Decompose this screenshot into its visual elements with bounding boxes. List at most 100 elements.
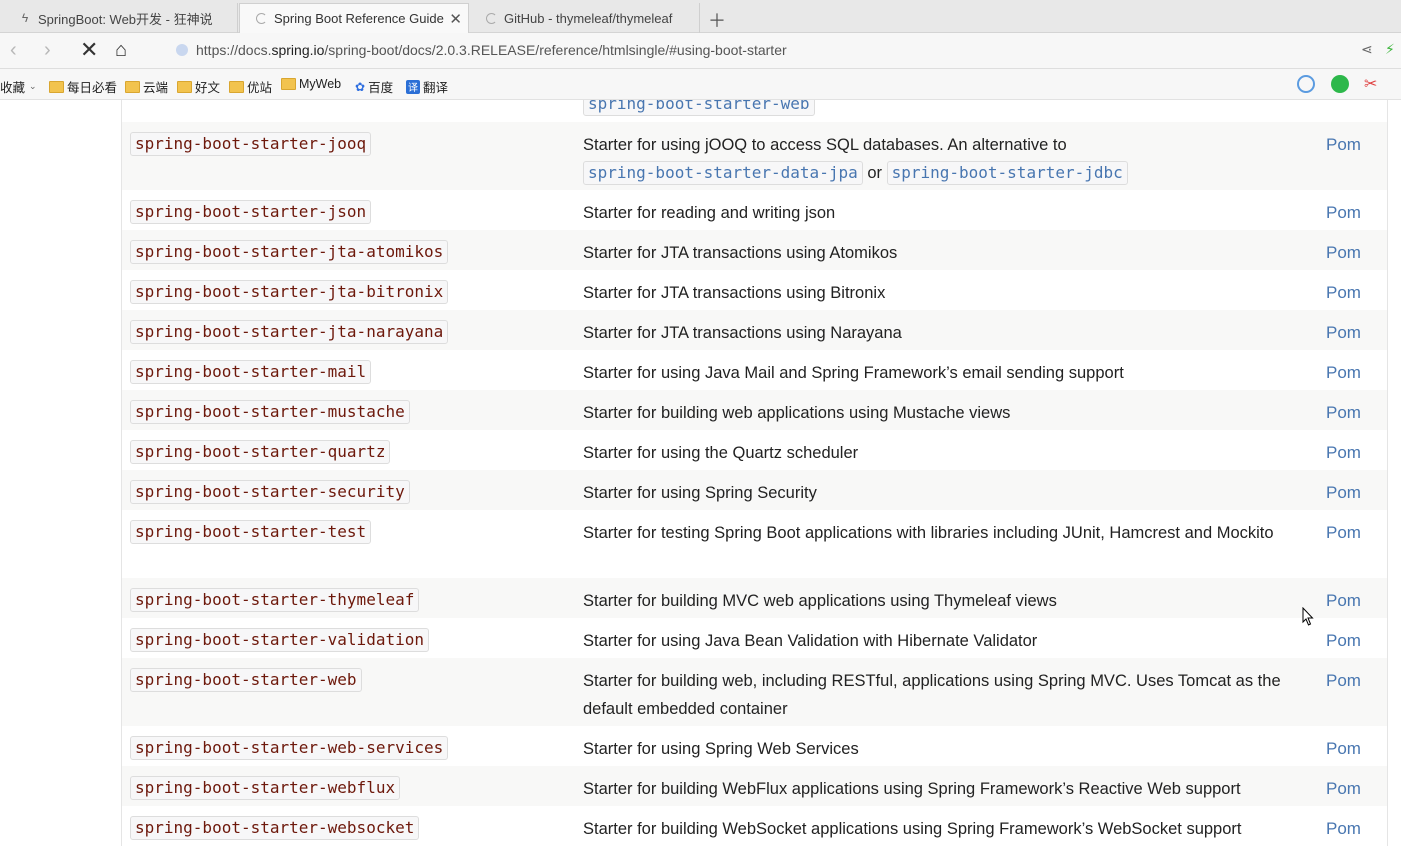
pom-link[interactable]: Pom (1326, 667, 1361, 695)
starter-description: Starter for testing Spring Boot applicat… (583, 524, 1274, 542)
pom-link[interactable]: Pom (1326, 775, 1361, 803)
starter-description: Starter for building MVC web application… (583, 592, 1057, 610)
bookmark-label: 云端 (143, 81, 169, 95)
pom-link[interactable]: Pom (1326, 815, 1361, 843)
starter-description: Starter for JTA transactions using Atomi… (583, 244, 898, 262)
stop-icon[interactable]: ✕ (80, 37, 98, 63)
bookmark-label: 好文 (195, 81, 221, 95)
bookmark-folder[interactable]: 云端 (125, 77, 168, 96)
starter-name: spring-boot-starter-jooq (130, 132, 372, 156)
tab-label: SpringBoot: Web开发 - 狂神说 (38, 11, 213, 27)
bookmark-folder[interactable]: 优站 (229, 77, 272, 96)
baidu-paw-icon: ✿ (355, 79, 366, 94)
folder-icon (49, 80, 64, 93)
lightning-icon[interactable]: ⚡ (1385, 41, 1395, 58)
loading-icon (484, 11, 498, 25)
table-row: spring-boot-starter-quartz Starter for u… (122, 430, 1387, 470)
code-link[interactable]: spring-boot-starter-jdbc (886, 161, 1128, 185)
pom-link[interactable]: Pom (1326, 399, 1361, 427)
starter-name: spring-boot-starter-test (130, 520, 372, 544)
folder-icon (125, 80, 140, 93)
starters-table: spring-boot-starter-web spring-boot-star… (121, 100, 1388, 846)
table-row: spring-boot-starter-validation Starter f… (122, 618, 1387, 658)
starter-name: spring-boot-starter-web (130, 668, 362, 692)
bookmark-baidu[interactable]: ✿ 百度 (355, 77, 393, 96)
pom-link[interactable]: Pom (1326, 279, 1361, 307)
starter-name: spring-boot-starter-validation (130, 628, 429, 652)
starter-name: spring-boot-starter-mustache (130, 400, 410, 424)
folder-icon (229, 80, 244, 93)
close-tab-icon[interactable]: ✕ (449, 10, 462, 28)
bookmark-folder[interactable]: MyWeb (281, 77, 341, 91)
starter-description: Starter for using Spring Security (583, 484, 817, 502)
starter-description: Starter for reading and writing json (583, 204, 836, 222)
starter-name: spring-boot-starter-security (130, 480, 410, 504)
table-row: spring-boot-starter-jta-narayana Starter… (122, 310, 1387, 350)
share-icon[interactable]: ⋖ (1361, 41, 1373, 58)
starter-name: spring-boot-starter-mail (130, 360, 372, 384)
pom-link[interactable]: Pom (1326, 239, 1361, 267)
page-content: spring-boot-starter-web spring-boot-star… (0, 100, 1401, 857)
site-info-icon[interactable] (176, 44, 188, 56)
pom-link[interactable]: Pom (1326, 627, 1361, 655)
starter-description: Starter for using Java Mail and Spring F… (583, 364, 1124, 382)
starter-description: Starter for building WebSocket applicati… (583, 820, 1242, 838)
folder-icon (177, 80, 192, 93)
pom-link[interactable]: Pom (1326, 519, 1361, 547)
mouse-cursor-icon (1302, 607, 1314, 626)
starter-description: Starter for building web applications us… (583, 404, 1011, 422)
favorites-menu[interactable]: 收藏 ⌄ (0, 77, 37, 96)
tab-springboot-web[interactable]: ϟ SpringBoot: Web开发 - 狂神说 (4, 3, 238, 33)
bookmark-label: 百度 (368, 81, 394, 95)
table-row: spring-boot-starter-websocket Starter fo… (122, 806, 1387, 846)
starter-description: Starter for using the Quartz scheduler (583, 444, 859, 462)
pom-link[interactable]: Pom (1326, 735, 1361, 763)
new-tab-icon[interactable]: ＋ (708, 7, 726, 33)
chevron-down-icon: ⌄ (29, 81, 37, 91)
back-icon[interactable]: ‹ (10, 39, 17, 62)
translate-icon: 译 (406, 79, 420, 94)
starter-description: Starter for using jOOQ to access SQL dat… (583, 131, 1313, 187)
code-link[interactable]: spring-boot-starter-web (583, 100, 815, 116)
starter-name: spring-boot-starter-json (130, 200, 372, 224)
bookmark-label: 翻译 (423, 81, 449, 95)
bookmark-label: MyWeb (299, 77, 342, 91)
springboot-icon: ϟ (21, 11, 29, 25)
pom-link[interactable]: Pom (1326, 199, 1361, 227)
tab-spring-boot-reference[interactable]: Spring Boot Reference Guide ✕ (239, 3, 469, 33)
code-link[interactable]: spring-boot-starter-data-jpa (583, 161, 863, 185)
minus-circle-icon[interactable] (1297, 75, 1315, 93)
table-row: spring-boot-starter-webflux Starter for … (122, 766, 1387, 806)
bookmark-folder[interactable]: 好文 (177, 77, 220, 96)
starter-description: Starter for JTA transactions using Bitro… (583, 284, 886, 302)
url-prefix: https://docs. (196, 42, 272, 58)
url-field[interactable]: https://docs.spring.io/spring-boot/docs/… (196, 42, 787, 58)
tab-github-thymeleaf[interactable]: GitHub - thymeleaf/thymeleaf (470, 3, 700, 33)
description-text: Starter for using jOOQ to access SQL dat… (583, 136, 1067, 154)
table-row: spring-boot-starter-web-services Starter… (122, 726, 1387, 766)
bookmarks-bar: 收藏 ⌄ 每日必看 云端 好文 优站 MyWeb ✿ 百度 译翻译 ✂ (0, 69, 1401, 100)
pom-link[interactable]: Pom (1326, 587, 1361, 615)
pom-link[interactable]: Pom (1326, 439, 1361, 467)
green-circle-icon[interactable] (1331, 75, 1349, 93)
pom-link[interactable]: Pom (1326, 359, 1361, 387)
starter-name: spring-boot-starter-jta-atomikos (130, 240, 449, 264)
bookmark-label: 优站 (247, 81, 273, 95)
pom-link[interactable]: Pom (1326, 479, 1361, 507)
loading-icon (254, 12, 268, 26)
starter-name: spring-boot-starter-webflux (130, 776, 401, 800)
table-row: spring-boot-starter-test Starter for tes… (122, 510, 1387, 578)
starter-name: spring-boot-starter-thymeleaf (130, 588, 420, 612)
bookmark-folder[interactable]: 每日必看 (49, 77, 117, 96)
or-text: or (867, 164, 882, 182)
tab-strip: ϟ SpringBoot: Web开发 - 狂神说 Spring Boot Re… (0, 0, 1401, 33)
bookmark-fanyi[interactable]: 译翻译 (406, 77, 448, 96)
table-row: spring-boot-starter-jooq Starter for usi… (122, 122, 1387, 190)
scissors-icon[interactable]: ✂ (1364, 74, 1382, 93)
starter-name: spring-boot-starter-websocket (130, 816, 420, 840)
home-icon[interactable]: ⌂ (115, 39, 127, 62)
favorites-label: 收藏 (0, 81, 26, 95)
pom-link[interactable]: Pom (1326, 131, 1361, 159)
forward-icon[interactable]: › (44, 39, 51, 62)
pom-link[interactable]: Pom (1326, 319, 1361, 347)
